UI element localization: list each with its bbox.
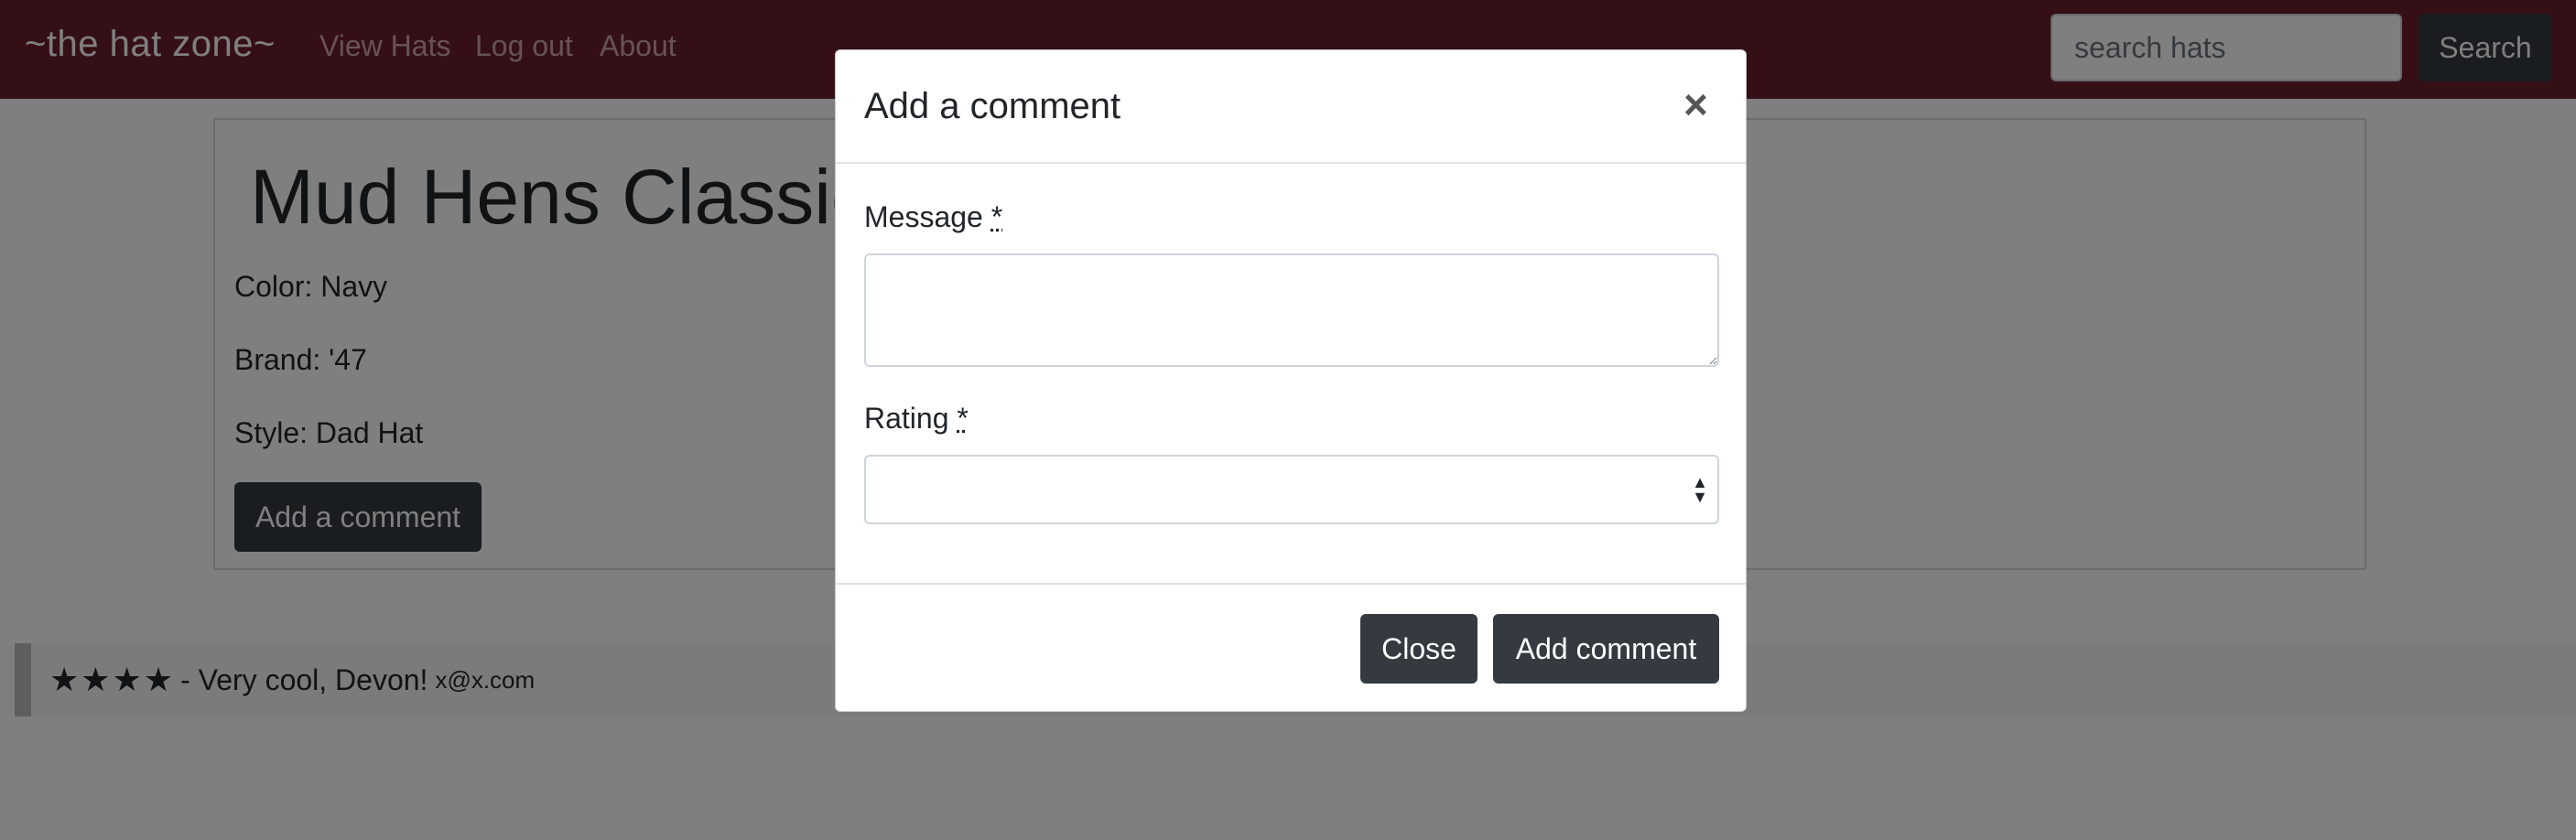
required-mark: * [957,402,969,435]
modal-footer: Close Add comment [836,583,1746,713]
modal-header: Add a comment × [836,50,1746,164]
submit-comment-button[interactable]: Add comment [1493,614,1719,684]
message-label: Message * [864,200,1003,233]
add-comment-modal: Add a comment × Message * Rating * ▲ ▼ Cl… [835,49,1747,712]
message-textarea[interactable] [864,253,1719,367]
select-arrows-icon: ▲ ▼ [1692,473,1708,506]
rating-select[interactable]: ▲ ▼ [864,455,1719,524]
required-mark: * [990,200,1003,233]
rating-label: Rating * [864,402,969,435]
modal-title: Add a comment [864,86,1121,126]
close-icon[interactable]: × [1683,83,1708,125]
close-button[interactable]: Close [1360,614,1477,684]
